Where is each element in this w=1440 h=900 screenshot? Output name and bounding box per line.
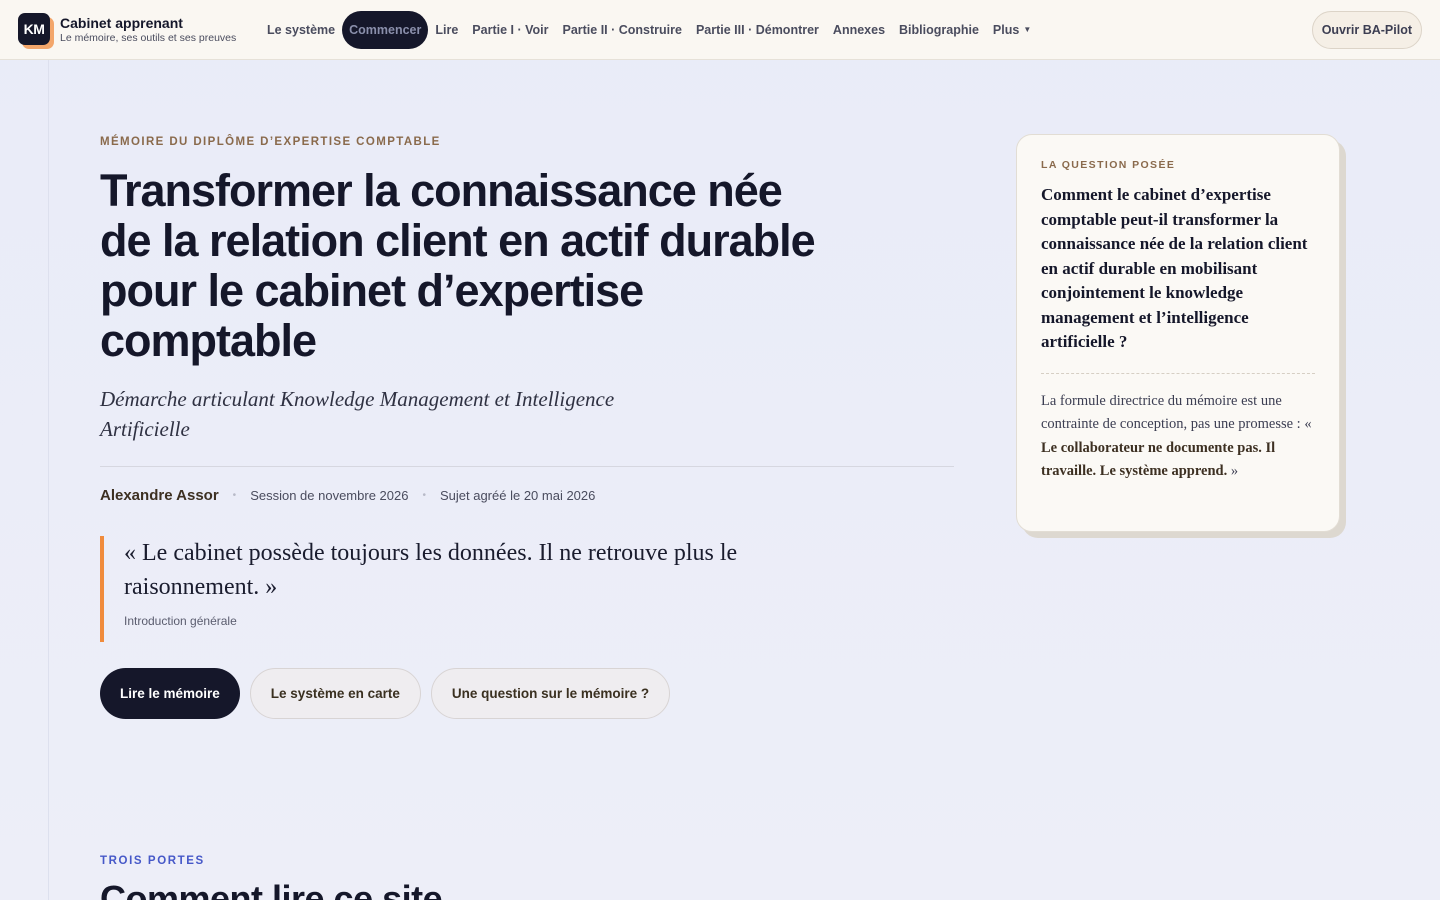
brand-tagline: Le mémoire, ses outils et ses preuves: [60, 31, 237, 44]
section-title: Comment lire ce site: [100, 878, 443, 900]
hero-quote: « Le cabinet possède toujours les donnée…: [100, 536, 820, 642]
page-title: Transformer la connaissance née de la re…: [100, 165, 816, 366]
formula-intro: La formule directrice du mémoire est une…: [1041, 392, 1312, 433]
ask-question-button[interactable]: Une question sur le mémoire ?: [430, 668, 671, 719]
card-divider: [1041, 372, 1315, 374]
chevron-down-icon: ▼: [1023, 25, 1032, 34]
hero-divider: [100, 466, 954, 467]
hero-meta: Alexandre Assor • Session de novembre 20…: [100, 487, 595, 504]
meta-separator: •: [422, 490, 426, 501]
section-eyebrow: TROIS PORTES: [100, 855, 205, 867]
nav-item-lire[interactable]: Lire: [428, 11, 465, 49]
read-memoir-button[interactable]: Lire le mémoire: [100, 668, 240, 719]
nav-item-plus[interactable]: Plus ▼: [986, 11, 1038, 49]
nav-item-bibliographie[interactable]: Bibliographie: [892, 11, 986, 49]
guiding-formula: La formule directrice du mémoire est une…: [1041, 390, 1315, 484]
page-subtitle: Démarche articulant Knowledge Management…: [100, 387, 615, 441]
formula-end: »: [1227, 463, 1239, 479]
system-map-button[interactable]: Le système en carte: [249, 668, 421, 719]
nav-item-partie-2[interactable]: Partie II · Construire: [555, 11, 688, 49]
approval-date: Sujet agréé le 20 mai 2026: [439, 488, 596, 503]
formula-quote: Le collaborateur ne documente pas. Il tr…: [1041, 439, 1276, 480]
question-card-eyebrow: LA QUESTION POSÉE: [1041, 159, 1176, 171]
question-card: LA QUESTION POSÉE Comment le cabinet d’e…: [1016, 134, 1340, 532]
nav-item-commencer[interactable]: Commencer: [342, 10, 429, 49]
author-name: Alexandre Assor: [100, 487, 219, 504]
nav-item-plus-label: Plus: [992, 22, 1020, 37]
quote-text: « Le cabinet possède toujours les donnée…: [124, 540, 738, 600]
top-navigation-bar: KM Cabinet apprenant Le mémoire, ses out…: [0, 0, 1440, 60]
hero-eyebrow: MÉMOIRE DU DIPLÔME D’EXPERTISE COMPTABLE: [100, 136, 441, 148]
logo-mark: KM: [18, 12, 50, 45]
brand-name: Cabinet apprenant: [60, 14, 183, 31]
open-ba-pilot-button[interactable]: Ouvrir BA-Pilot: [1311, 11, 1422, 49]
nav-item-annexes[interactable]: Annexes: [826, 11, 892, 49]
session-date: Session de novembre 2026: [250, 488, 409, 503]
research-question: Comment le cabinet d’expertise comptable…: [1041, 185, 1308, 351]
left-rail-divider: [48, 60, 49, 900]
main-nav: Le système Commencer Lire Partie I · Voi…: [260, 10, 1038, 49]
brand-home-link[interactable]: KM Cabinet apprenant Le mémoire, ses out…: [18, 12, 254, 49]
nav-item-partie-3[interactable]: Partie III · Démontrer: [689, 11, 826, 49]
hero-actions: Lire le mémoire Le système en carte Une …: [100, 668, 671, 719]
meta-separator: •: [232, 490, 237, 501]
quote-source: Introduction générale: [124, 614, 237, 628]
nav-item-partie-1[interactable]: Partie I · Voir: [465, 11, 555, 49]
nav-item-systeme[interactable]: Le système: [260, 11, 342, 49]
logo: KM: [18, 12, 54, 49]
